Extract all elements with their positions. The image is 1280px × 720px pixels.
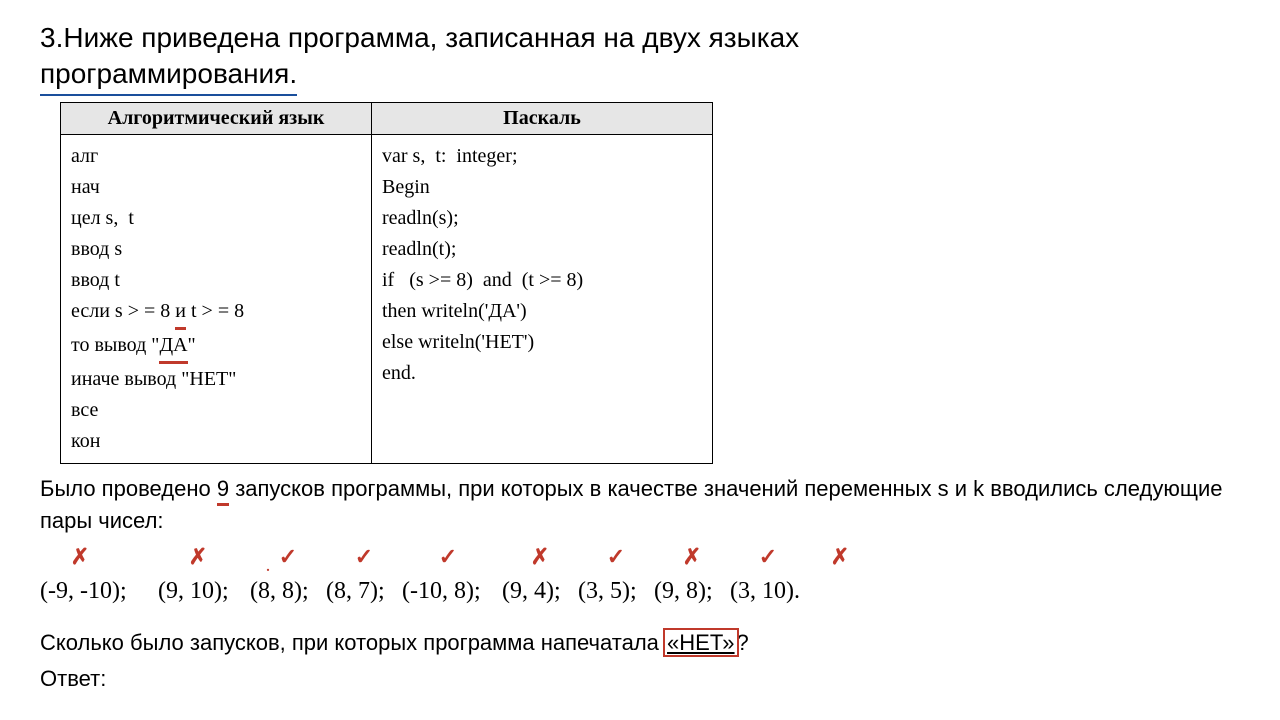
p2-b: ? (737, 630, 749, 655)
x-mark-icon: ✗ (188, 544, 208, 570)
check-mark-icon: ✓ (606, 544, 626, 570)
code-pascal-cell: var s, t: integer; Begin readln(s); read… (372, 134, 713, 463)
extra-dot-mark: . (258, 560, 278, 576)
pair-value: (3, 5); (578, 578, 637, 605)
code-table: Алгоритмический язык Паскаль алг нач цел… (60, 102, 713, 464)
pair-value: (9, 4); (502, 578, 561, 605)
paragraph-question: Сколько было запусков, при которых прогр… (40, 628, 1240, 658)
table-header-alg: Алгоритмический язык (61, 102, 372, 134)
task-title: 3.Ниже приведена программа, записанная н… (40, 20, 1240, 96)
paragraph-runs: Было проведено 9 запусков программы, при… (40, 474, 1240, 536)
x-mark-icon: ✗ (70, 544, 90, 570)
alg-and-annotated: и (175, 296, 186, 330)
pair-value: (3, 10). (730, 578, 800, 605)
check-mark-icon: ✓ (354, 544, 374, 570)
pair-value: (-10, 8); (402, 578, 481, 605)
answer-label: Ответ: (40, 664, 1240, 694)
x-mark-icon: ✗ (830, 544, 850, 570)
check-mark-icon: ✓ (758, 544, 778, 570)
pair-value: (8, 8); (250, 578, 309, 605)
p2-a: Сколько было запусков, при которых прогр… (40, 630, 665, 655)
pair-value: (9, 8); (654, 578, 713, 605)
title-line1: 3.Ниже приведена программа, записанная н… (40, 22, 799, 53)
p1-nine-annotated: 9 (217, 474, 229, 507)
x-mark-icon: ✗ (530, 544, 550, 570)
check-mark-icon: ✓ (278, 544, 298, 570)
pair-value: (8, 7); (326, 578, 385, 605)
table-header-pascal: Паскаль (372, 102, 713, 134)
code-alg-cell: алг нач цел s, t ввод s ввод t если s > … (61, 134, 372, 463)
alg-code-part1: алг нач цел s, t ввод s ввод t если s > … (71, 145, 175, 322)
p2-net-annotated: «НЕТ» (665, 630, 737, 655)
title-underlined-word: программирования. (40, 56, 297, 95)
alg-da-annotated: ДА (159, 330, 187, 364)
pairs-row: . (-9, -10); ✗ (9, 10); ✗ (8, 8); ✓ (8, 7); ✓ (-… (40, 542, 1240, 614)
pair-value: (-9, -10); (40, 578, 127, 605)
p1-a: Было проведено (40, 476, 217, 501)
check-mark-icon: ✓ (438, 544, 458, 570)
pair-value: (9, 10); (158, 578, 229, 605)
x-mark-icon: ✗ (682, 544, 702, 570)
